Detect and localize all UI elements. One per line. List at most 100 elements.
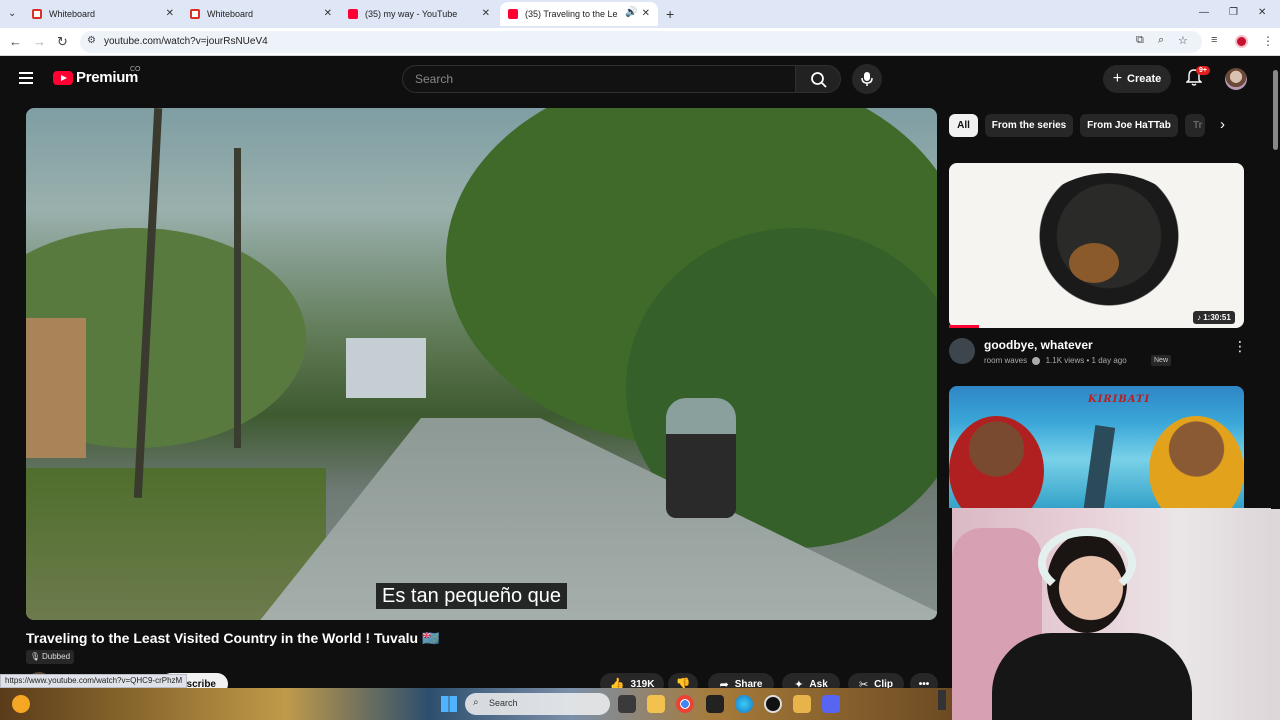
app-icon[interactable]	[793, 695, 811, 713]
thumbnail-dog-illustration	[1024, 173, 1194, 313]
weather-widget-icon[interactable]	[12, 695, 30, 713]
taskbar-search-input[interactable]: ⌕ Search	[465, 693, 610, 715]
video-frame-house	[346, 338, 426, 398]
site-info-icon[interactable]: ⚙	[87, 35, 96, 46]
hamburger-menu-icon[interactable]	[19, 72, 33, 74]
search-input[interactable]: Search	[402, 65, 796, 93]
browser-tab-whiteboard-2[interactable]: Whiteboard ✕	[182, 2, 340, 26]
tab-title: Whiteboard	[49, 9, 96, 19]
whiteboard-favicon-icon	[190, 9, 200, 19]
forward-arrow-icon[interactable]: →	[33, 34, 46, 49]
scrollbar-thumb[interactable]	[1273, 70, 1278, 150]
thumbnail-island-strip	[1082, 425, 1116, 508]
new-tab-button[interactable]: +	[666, 6, 674, 22]
channel-name[interactable]: room waves	[984, 356, 1027, 365]
obs-icon[interactable]	[764, 695, 782, 713]
youtube-premium-logo-text[interactable]: Premium	[76, 69, 138, 86]
video-subtitle: Es tan pequeño que	[376, 583, 568, 609]
recommendation-thumbnail[interactable]	[949, 163, 1244, 328]
browser-tab-strip: ⌄ Whiteboard ✕ Whiteboard ✕ (35) my way …	[0, 0, 1280, 28]
close-icon[interactable]: ✕	[166, 8, 174, 19]
views-and-age: 1.1K views • 1 day ago	[1045, 356, 1127, 365]
video-player[interactable]	[26, 108, 937, 620]
new-badge: New	[1151, 355, 1172, 366]
thumbnail-dog-snout	[1069, 243, 1119, 283]
close-icon[interactable]: ✕	[324, 8, 332, 19]
video-duration-badge: ♪ 1:30:51	[1193, 311, 1235, 324]
video-frame-palm-trunk	[234, 148, 241, 448]
zoom-icon[interactable]: ⌕	[1158, 34, 1164, 47]
recommendation-title[interactable]: goodbye, whatever	[984, 338, 1093, 352]
account-avatar[interactable]	[1225, 68, 1247, 90]
taskbar-search-placeholder: Search	[489, 698, 518, 708]
notification-count-badge: 9+	[1196, 66, 1210, 75]
media-controls-icon[interactable]: ≡	[1211, 34, 1217, 46]
chip-all[interactable]: All	[949, 114, 978, 137]
minimize-button[interactable]: —	[1199, 7, 1209, 18]
youtube-header: Premium CO Search + Create 9+	[0, 57, 1280, 101]
dubbed-audio-icon: 🎙	[30, 652, 41, 661]
youtube-favicon-icon	[508, 9, 518, 19]
taskbar-overflow-icon[interactable]	[938, 690, 946, 710]
browser-tab-whiteboard-1[interactable]: Whiteboard ✕	[24, 2, 182, 26]
task-view-icon[interactable]	[618, 695, 636, 713]
search-icon	[811, 72, 827, 88]
dubbed-badge: 🎙 Dubbed	[26, 650, 75, 664]
search-icon: ⌕	[473, 697, 479, 708]
profile-icon[interactable]	[1235, 35, 1248, 48]
more-vertical-icon[interactable]: ⋮	[1233, 338, 1247, 355]
video-frame-house	[26, 318, 86, 458]
restore-button[interactable]: ❐	[1229, 7, 1238, 18]
country-code: CO	[130, 66, 141, 73]
browser-tab-my-way[interactable]: (35) my way - YouTube ✕	[340, 2, 498, 26]
bookmark-star-icon[interactable]: ☆	[1178, 34, 1188, 47]
speaker-icon[interactable]: 🔊	[625, 7, 637, 18]
shield-icon[interactable]	[706, 695, 724, 713]
whiteboard-favicon-icon	[32, 9, 42, 19]
duration-text: 1:30:51	[1203, 313, 1231, 322]
thumbnail-person	[1149, 416, 1244, 508]
thumbnail-caption: KIRIBATI	[1088, 394, 1151, 405]
dubbed-label: Dubbed	[42, 652, 71, 661]
webcam-headphones	[1038, 528, 1136, 598]
reload-icon[interactable]: ↻	[57, 34, 68, 50]
chip-from-joe-hattab[interactable]: From Joe HaTTab	[1080, 114, 1178, 137]
recommendation-meta: room waves 1.1K views • 1 day ago	[984, 356, 1127, 365]
chrome-icon[interactable]	[676, 695, 694, 713]
chrome-menu-icon[interactable]: ⋮	[1262, 34, 1274, 48]
create-label: Create	[1127, 73, 1162, 85]
windows-start-icon[interactable]	[441, 696, 457, 712]
video-title: Traveling to the Least Visited Country i…	[26, 630, 440, 646]
youtube-favicon-icon	[348, 9, 358, 19]
webcam-overlay	[952, 508, 1280, 720]
voice-search-button[interactable]	[852, 64, 882, 94]
video-frame-motorbike	[666, 398, 736, 518]
close-icon[interactable]: ✕	[642, 8, 650, 19]
address-bar[interactable]: ⚙ youtube.com/watch?v=jourRsNUeV4 ⧉ ⌕ ☆	[80, 31, 1202, 53]
tab-title: (35) Traveling to the Least V	[525, 9, 617, 19]
youtube-logo-icon[interactable]	[53, 71, 73, 85]
url-text[interactable]: youtube.com/watch?v=jourRsNUeV4	[104, 36, 268, 47]
cast-icon[interactable]: ⧉	[1136, 34, 1144, 47]
channel-avatar[interactable]	[949, 338, 975, 364]
close-icon[interactable]: ✕	[482, 8, 490, 19]
create-button[interactable]: + Create	[1103, 65, 1171, 93]
search-button[interactable]	[795, 65, 841, 93]
tab-title: (35) my way - YouTube	[365, 9, 458, 19]
close-window-button[interactable]: ✕	[1258, 7, 1266, 18]
back-arrow-icon[interactable]: ←	[9, 34, 22, 49]
link-status-url: https://www.youtube.com/watch?v=QHC9-crP…	[0, 674, 188, 688]
tab-title: Whiteboard	[207, 9, 254, 19]
browser-tab-traveling[interactable]: (35) Traveling to the Least V 🔊 ✕	[500, 2, 658, 26]
edge-icon[interactable]	[735, 695, 753, 713]
chevron-right-icon[interactable]: ›	[1220, 116, 1225, 133]
discord-icon[interactable]	[822, 695, 840, 713]
watch-progress-bar	[949, 325, 979, 328]
plus-icon: +	[1112, 70, 1123, 87]
webcam-person-body	[992, 633, 1192, 720]
chip-from-the-series[interactable]: From the series	[985, 114, 1073, 137]
tab-search-dropdown[interactable]: ⌄	[8, 8, 16, 19]
file-explorer-icon[interactable]	[647, 695, 665, 713]
chip-truncated[interactable]: Tr	[1185, 114, 1205, 137]
browser-toolbar: ← → ↻ ⚙ youtube.com/watch?v=jourRsNUeV4 …	[0, 28, 1280, 56]
